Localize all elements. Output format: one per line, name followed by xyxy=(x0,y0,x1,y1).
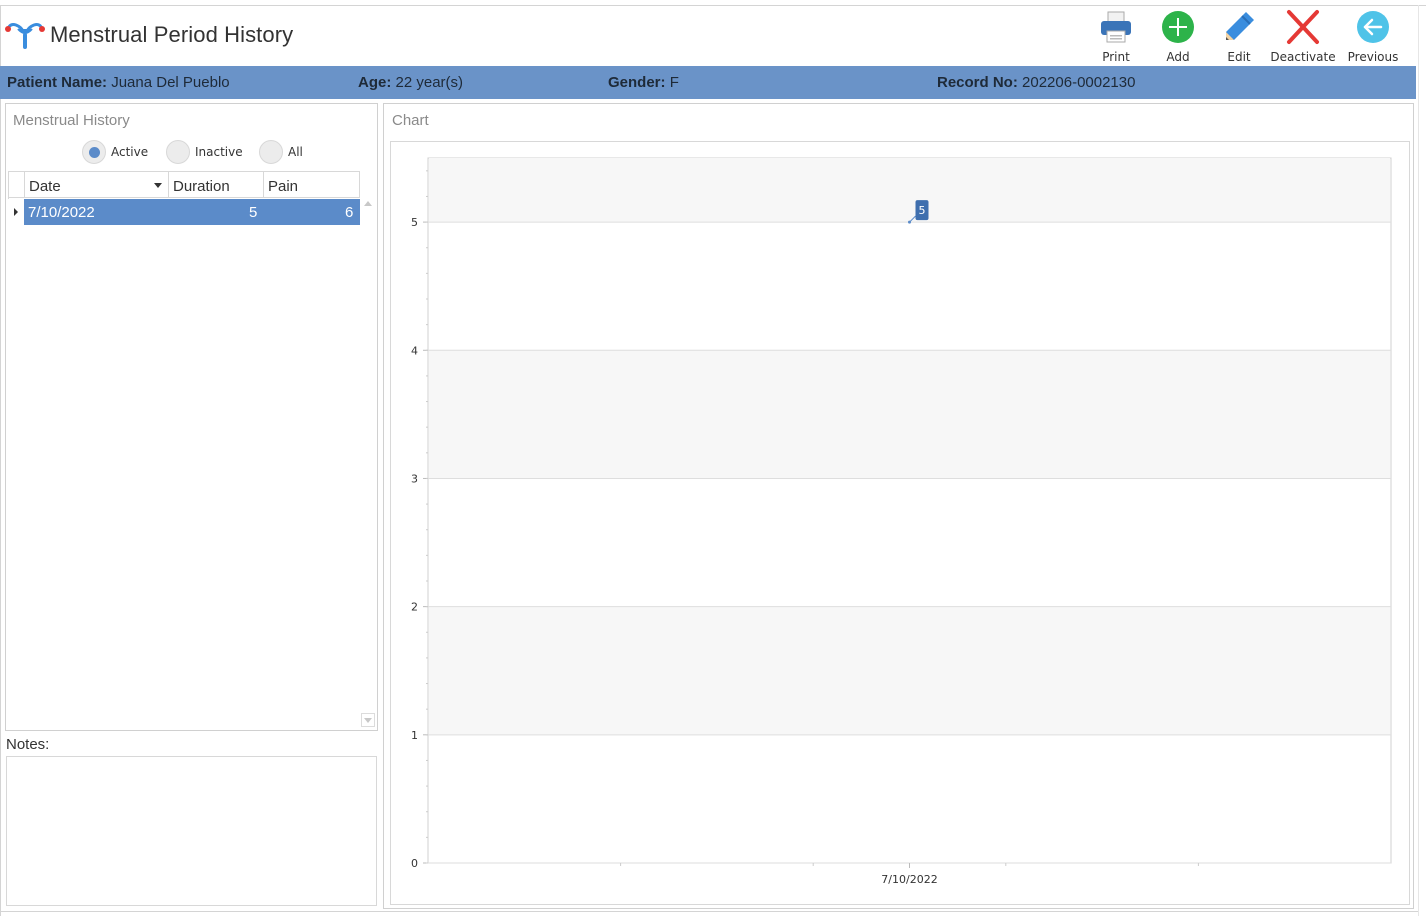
notes-label: Notes: xyxy=(6,736,50,753)
printer-icon xyxy=(1101,11,1131,43)
row-indicator-header xyxy=(8,172,24,199)
title-area: Menstrual Period History xyxy=(4,14,293,56)
filter-inactive-label: Inactive xyxy=(195,145,243,159)
filter-active-label: Active xyxy=(111,145,149,159)
previous-button[interactable]: Previous xyxy=(1338,6,1408,64)
chart-area: 0 1 2 3 4 5 7/10/2022 5 xyxy=(390,141,1410,905)
plus-icon xyxy=(1162,11,1194,43)
patient-name-value: Juana Del Pueblo xyxy=(111,74,230,91)
radio-inactive-circle[interactable] xyxy=(166,140,190,164)
column-header-date[interactable]: Date xyxy=(24,172,168,198)
filter-all-label: All xyxy=(288,145,303,159)
filter-all-radio[interactable]: All xyxy=(259,140,303,164)
age-label: Age: xyxy=(358,74,392,91)
gender-label: Gender: xyxy=(608,74,666,91)
history-grid: Date Duration Pain 7/10/2022 5 6 xyxy=(8,171,376,729)
filter-inactive-radio[interactable]: Inactive xyxy=(166,140,243,164)
age-field: Age: 22 year(s) xyxy=(358,74,463,91)
y-tick-label: 5 xyxy=(411,216,418,229)
record-no-value: 202206-0002130 xyxy=(1022,74,1136,91)
previous-label: Previous xyxy=(1347,50,1399,64)
filter-active-radio[interactable]: Active xyxy=(82,140,148,164)
edit-button[interactable]: Edit xyxy=(1210,6,1268,64)
y-tick-label: 0 xyxy=(411,857,418,870)
grid-band xyxy=(429,350,1390,479)
edit-label: Edit xyxy=(1227,50,1251,64)
table-row[interactable]: 7/10/2022 5 6 xyxy=(8,199,360,225)
column-duration-label: Duration xyxy=(173,178,230,195)
row-pain[interactable]: 6 xyxy=(345,204,353,221)
row-pointer-icon xyxy=(8,199,24,225)
arrow-left-icon xyxy=(1357,11,1389,43)
add-button[interactable]: Add xyxy=(1146,6,1210,64)
line-chart: 0 1 2 3 4 5 7/10/2022 5 xyxy=(411,157,1392,886)
data-label: 5 xyxy=(919,204,926,217)
window-right-edge xyxy=(1418,5,1426,916)
grid-scrollbar[interactable] xyxy=(360,199,376,729)
sort-desc-icon xyxy=(154,183,162,188)
deactivate-label: Deactivate xyxy=(1270,50,1336,64)
record-no-label: Record No: xyxy=(937,74,1018,91)
notes-field[interactable] xyxy=(6,756,377,906)
record-no-field: Record No: 202206-0002130 xyxy=(937,74,1135,91)
plot-area xyxy=(427,157,1392,864)
page-title: Menstrual Period History xyxy=(50,22,294,47)
column-header-duration[interactable]: Duration xyxy=(168,172,263,198)
y-tick-label: 2 xyxy=(411,601,418,614)
toolbar: Print Add Edit Deactivate Previous xyxy=(1086,6,1408,64)
grid-band xyxy=(429,606,1390,735)
y-tick-label: 3 xyxy=(411,472,418,485)
pencil-icon xyxy=(1226,12,1254,40)
menstrual-history-panel: Menstrual History Active Inactive All Da… xyxy=(5,103,378,731)
print-button[interactable]: Print xyxy=(1086,6,1146,64)
x-tick-label: 7/10/2022 xyxy=(881,873,937,886)
menstrual-history-title: Menstrual History xyxy=(13,112,130,129)
patient-name-label: Patient Name: xyxy=(7,74,108,91)
y-tick-label: 4 xyxy=(411,344,418,357)
scroll-down-icon xyxy=(364,718,372,723)
grid-header: Date Duration Pain xyxy=(8,171,360,199)
add-label: Add xyxy=(1166,50,1190,64)
column-pain-label: Pain xyxy=(268,178,299,195)
grid-band xyxy=(429,159,1390,223)
window-bottom-edge xyxy=(0,911,1418,912)
deactivate-button[interactable]: Deactivate xyxy=(1268,6,1338,64)
scroll-down-button[interactable] xyxy=(361,713,375,727)
close-icon xyxy=(1287,10,1319,44)
status-filter: Active Inactive All xyxy=(6,140,377,164)
chart-panel: Chart 0 1 2 3 4 5 7/10/2022 5 xyxy=(383,103,1414,909)
chart-title: Chart xyxy=(392,112,429,129)
row-duration[interactable]: 5 xyxy=(249,204,257,221)
age-value: 22 year(s) xyxy=(395,74,464,91)
radio-active-circle[interactable] xyxy=(82,140,106,164)
gender-field: Gender: F xyxy=(608,74,679,91)
row-date[interactable]: 7/10/2022 xyxy=(28,204,95,221)
gender-value: F xyxy=(669,74,679,91)
uterus-icon xyxy=(5,23,45,49)
patient-name-field: Patient Name: Juana Del Pueblo xyxy=(7,74,230,91)
column-date-label: Date xyxy=(29,178,61,195)
radio-all-circle[interactable] xyxy=(259,140,283,164)
patient-info-bar: Patient Name: Juana Del Pueblo Age: 22 y… xyxy=(0,66,1416,99)
scroll-up-icon[interactable] xyxy=(364,201,372,206)
column-header-pain[interactable]: Pain xyxy=(263,172,360,198)
print-label: Print xyxy=(1102,50,1130,64)
selected-row-cells[interactable]: 7/10/2022 5 6 xyxy=(24,199,360,225)
y-tick-label: 1 xyxy=(411,729,418,742)
